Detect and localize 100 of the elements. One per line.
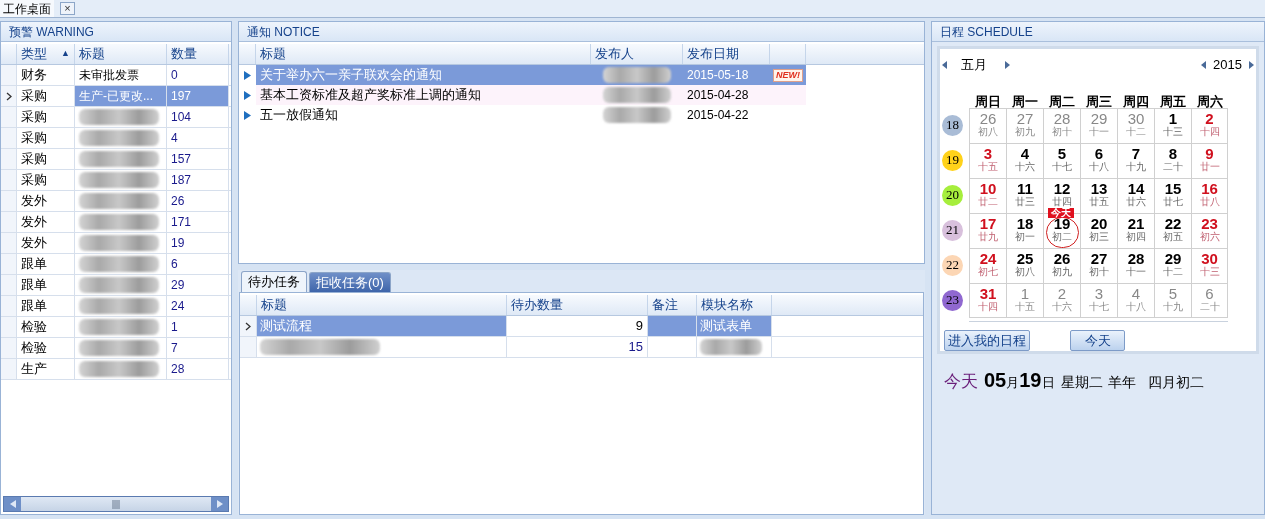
tab[interactable]: 待办任务 (241, 271, 307, 292)
scroll-left-button[interactable] (4, 497, 21, 511)
day-number[interactable]: 19 (1053, 215, 1071, 231)
grip-icon[interactable] (112, 499, 120, 509)
week-number: 23 (942, 289, 963, 311)
table-row[interactable]: 采购 187 (1, 170, 231, 191)
column-header-label[interactable]: 发布日期 (687, 44, 739, 64)
day-number[interactable]: 4 (1131, 285, 1141, 301)
column-header-label[interactable]: 待办数量 (511, 295, 563, 315)
table-row[interactable]: 采购 生产-已更改... 197 (1, 86, 231, 107)
day-number[interactable]: 5 (1057, 145, 1067, 161)
day-number[interactable]: 15 (1164, 180, 1182, 196)
next-icon[interactable] (1005, 60, 1010, 69)
day-number[interactable]: 3 (1094, 285, 1104, 301)
previous-icon[interactable] (942, 60, 947, 69)
column-header-label[interactable]: 发布人 (595, 44, 634, 64)
day-number[interactable]: 20 (1090, 215, 1108, 231)
day-number[interactable]: 31 (979, 285, 997, 301)
table-row[interactable]: 跟单 24 (1, 296, 231, 317)
day-number[interactable]: 14 (1127, 180, 1145, 196)
day-number[interactable]: 28 (1053, 110, 1071, 126)
calendar-button[interactable]: 进入我的日程 (944, 330, 1030, 351)
previous-icon[interactable] (1201, 60, 1207, 69)
table-row[interactable]: 基本工资标准及超产奖标准上调的通知 2015-04-28 (256, 85, 806, 105)
table-row[interactable]: 发外 19 (1, 233, 231, 254)
tab[interactable]: 拒收任务(0) (309, 272, 391, 292)
column-header-label[interactable]: 标题 (261, 295, 287, 315)
day-number[interactable]: 22 (1164, 215, 1182, 231)
close-button[interactable]: × (60, 2, 75, 15)
table-row[interactable]: 发外 26 (1, 191, 231, 212)
lunar-date: 十四 (1199, 125, 1220, 137)
lunar-date: 二十 (1199, 300, 1220, 312)
calendar-button[interactable]: 今天 (1070, 330, 1125, 351)
day-number[interactable]: 27 (1016, 110, 1034, 126)
day-number[interactable]: 18 (1016, 215, 1034, 231)
column-header-label[interactable]: 类型 (21, 44, 47, 64)
table-row[interactable]: 发外 171 (1, 212, 231, 233)
day-number[interactable]: 12 (1053, 180, 1071, 196)
table-row[interactable]: 关于举办六一亲子联欢会的通知 2015-05-18 NEW! (256, 65, 806, 85)
sort-indicator[interactable]: ▲ (61, 47, 70, 61)
table-row[interactable]: 采购 4 (1, 128, 231, 149)
day-number[interactable]: 25 (1016, 250, 1034, 266)
row-header[interactable] (240, 316, 257, 336)
table-cell: 采购 (17, 170, 75, 190)
table-row[interactable]: 检验 7 (1, 338, 231, 359)
column-header-label[interactable]: 模块名称 (701, 295, 753, 315)
day-number[interactable]: 6 (1205, 285, 1214, 301)
scroll-right-button[interactable] (211, 497, 228, 511)
day-number[interactable]: 4 (1020, 145, 1030, 161)
table-row[interactable]: 五一放假通知 2015-04-22 (256, 105, 806, 125)
day-number[interactable]: 17 (979, 215, 997, 231)
day-number[interactable]: 21 (1127, 215, 1145, 231)
day-number[interactable]: 6 (1094, 145, 1104, 161)
day-number[interactable]: 28 (1127, 250, 1145, 266)
horizontal-scrollbar[interactable] (3, 496, 229, 512)
week-number: 22 (942, 254, 963, 276)
day-number[interactable]: 26 (1053, 250, 1071, 266)
tab[interactable]: 工作桌面 (0, 0, 54, 17)
day-number[interactable]: 24 (979, 250, 997, 266)
lunar-date: 初一 (1015, 230, 1035, 242)
day-number[interactable]: 3 (983, 145, 993, 161)
year-label: 2015 (1213, 56, 1242, 74)
day-number[interactable]: 10 (979, 180, 997, 196)
day-number[interactable]: 29 (1090, 110, 1108, 126)
day-number[interactable]: 30 (1127, 110, 1145, 126)
weekday-label: 周三 (1085, 92, 1112, 108)
table-row[interactable]: 采购 104 (1, 107, 231, 128)
lunar-date: 廿一 (1199, 160, 1220, 172)
row-header[interactable] (1, 86, 17, 106)
day-number[interactable]: 30 (1201, 250, 1218, 266)
weekday-text: 星期二 (1060, 373, 1103, 392)
column-header-label[interactable]: 标题 (260, 44, 286, 64)
day-number[interactable]: 27 (1090, 250, 1108, 266)
column-header-label[interactable]: 标题 (79, 44, 105, 64)
day-number[interactable]: 26 (979, 110, 997, 126)
column-header-label[interactable]: 数量 (171, 44, 197, 64)
day-number[interactable]: 11 (1017, 180, 1033, 196)
day-number[interactable]: 2 (1205, 110, 1214, 126)
day-number[interactable]: 23 (1201, 215, 1218, 231)
column-header-label[interactable]: 备注 (652, 295, 678, 315)
day-number[interactable]: 9 (1205, 145, 1214, 161)
table-row[interactable]: 测试流程 9 测试表单 (240, 316, 923, 337)
day-number[interactable]: 16 (1201, 180, 1218, 196)
table-row[interactable]: 生产 28 (1, 359, 231, 380)
day-number[interactable]: 8 (1168, 145, 1178, 161)
day-number[interactable]: 2 (1057, 285, 1067, 301)
table-row[interactable]: 检验 1 (1, 317, 231, 338)
day-number[interactable]: 1 (1020, 285, 1030, 301)
day-number[interactable]: 7 (1131, 145, 1141, 161)
table-row[interactable]: 跟单 6 (1, 254, 231, 275)
day-number[interactable]: 29 (1164, 250, 1182, 266)
next-icon[interactable] (1249, 60, 1254, 69)
day-number[interactable]: 1 (1168, 110, 1178, 126)
day-number[interactable]: 13 (1090, 180, 1108, 196)
day-number[interactable]: 5 (1168, 285, 1178, 301)
table-row[interactable]: 采购 157 (1, 149, 231, 170)
week-number: 20 (942, 184, 963, 206)
table-row[interactable]: 15 (240, 337, 923, 358)
lunar-date: 初十 (1052, 125, 1072, 137)
table-row[interactable]: 跟单 29 (1, 275, 231, 296)
